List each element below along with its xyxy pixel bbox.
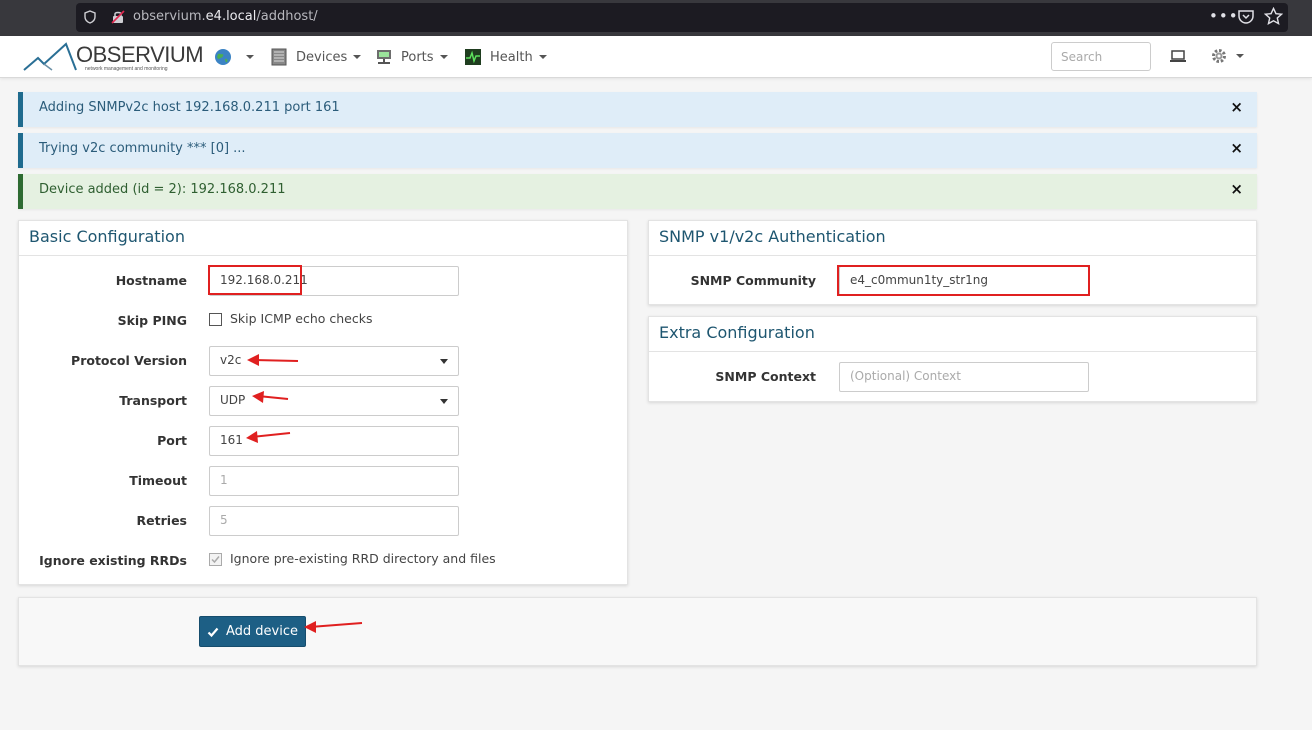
ignore-rrd-text: Ignore pre-existing RRD directory and fi… bbox=[230, 551, 496, 566]
network-port-icon bbox=[377, 50, 391, 64]
address-bar[interactable]: observium.e4.local/addhost/ ••• bbox=[76, 3, 1288, 32]
skip-ping-row: Skip PING Skip ICMP echo checks bbox=[19, 306, 627, 336]
protocol-version-row: Protocol Version v2c bbox=[19, 346, 627, 376]
snmp-community-label: SNMP Community bbox=[690, 273, 816, 288]
alert-message: Trying v2c community *** [0] ... bbox=[39, 141, 246, 156]
ignore-rrd-row: Ignore existing RRDs Ignore pre-existing… bbox=[19, 546, 627, 576]
add-device-label: Add device bbox=[225, 624, 298, 639]
search-input[interactable] bbox=[1051, 42, 1151, 71]
alert-info: Adding SNMPv2c host 192.168.0.211 port 1… bbox=[18, 92, 1257, 127]
page-actions-menu-button[interactable]: ••• bbox=[1209, 7, 1239, 25]
logo-text: OBSERVIUM bbox=[76, 42, 204, 67]
url-host: e4.local bbox=[205, 9, 257, 24]
panel-title: Extra Configuration bbox=[649, 317, 1256, 352]
panel-title: Basic Configuration bbox=[19, 221, 627, 256]
top-navbar: OBSERVIUM network management and monitor… bbox=[0, 36, 1312, 78]
protocol-version-select[interactable]: v2c bbox=[209, 346, 459, 376]
shield-icon[interactable] bbox=[84, 10, 96, 24]
checkmark-icon bbox=[207, 627, 219, 637]
server-icon bbox=[271, 48, 287, 66]
snmp-context-label: SNMP Context bbox=[715, 369, 816, 384]
port-input[interactable]: 161 bbox=[209, 426, 459, 456]
skip-ping-label: Skip PING bbox=[117, 313, 187, 328]
pocket-icon[interactable] bbox=[1238, 9, 1254, 24]
globe-icon bbox=[215, 49, 231, 65]
retries-label: Retries bbox=[136, 513, 187, 528]
observium-logo[interactable]: OBSERVIUM network management and monitor… bbox=[22, 40, 204, 74]
url-path: /addhost/ bbox=[256, 9, 318, 24]
nav-devices-menu[interactable]: Devices bbox=[270, 36, 362, 78]
chevron-down-icon bbox=[1236, 54, 1244, 58]
chevron-down-icon bbox=[440, 399, 448, 404]
transport-value: UDP bbox=[220, 393, 246, 407]
gear-icon bbox=[1212, 49, 1226, 63]
nav-ports-label: Ports bbox=[401, 49, 434, 65]
hostname-label: Hostname bbox=[115, 273, 187, 288]
timeout-label: Timeout bbox=[129, 473, 187, 488]
snmp-community-input[interactable]: e4_c0mmun1ty_str1ng bbox=[839, 266, 1089, 296]
port-label: Port bbox=[157, 433, 187, 448]
alert-message: Device added (id = 2): 192.168.0.211 bbox=[39, 182, 286, 197]
bookmark-star-icon[interactable] bbox=[1264, 7, 1283, 26]
alert-message: Adding SNMPv2c host 192.168.0.211 port 1… bbox=[39, 100, 340, 115]
nav-devices-label: Devices bbox=[296, 49, 348, 65]
port-row: Port 161 bbox=[19, 426, 627, 456]
protocol-version-value: v2c bbox=[220, 353, 242, 367]
snmp-community-row: SNMP Community e4_c0mmun1ty_str1ng bbox=[649, 266, 1256, 296]
panel-title: SNMP v1/v2c Authentication bbox=[649, 221, 1256, 256]
url-text[interactable]: observium.e4.local/addhost/ bbox=[133, 9, 318, 24]
heartbeat-icon bbox=[465, 49, 481, 65]
extra-configuration-panel: Extra Configuration SNMP Context (Option… bbox=[648, 316, 1257, 402]
ignore-rrd-label: Ignore existing RRDs bbox=[39, 553, 187, 568]
hostname-input[interactable]: 192.168.0.211 bbox=[209, 266, 459, 296]
url-prefix: observium. bbox=[133, 9, 206, 24]
timeout-input[interactable]: 1 bbox=[209, 466, 459, 496]
close-icon[interactable]: × bbox=[1230, 139, 1243, 157]
nav-health-label: Health bbox=[490, 49, 533, 65]
close-icon[interactable]: × bbox=[1230, 180, 1243, 198]
nav-ports-menu[interactable]: Ports bbox=[375, 36, 448, 78]
chevron-down-icon bbox=[440, 359, 448, 364]
transport-select[interactable]: UDP bbox=[209, 386, 459, 416]
snmp-context-input[interactable]: (Optional) Context bbox=[839, 362, 1089, 392]
insecure-lock-icon[interactable] bbox=[111, 10, 125, 24]
chevron-down-icon bbox=[246, 55, 254, 59]
laptop-icon[interactable] bbox=[1170, 49, 1186, 63]
form-actions-panel: Add device bbox=[18, 597, 1257, 666]
close-icon[interactable]: × bbox=[1230, 98, 1243, 116]
nav-globe-menu[interactable] bbox=[214, 36, 254, 78]
add-device-button[interactable]: Add device bbox=[199, 616, 306, 647]
browser-toolbar: observium.e4.local/addhost/ ••• bbox=[0, 0, 1312, 36]
chevron-down-icon bbox=[538, 55, 547, 59]
transport-label: Transport bbox=[119, 393, 187, 408]
chevron-down-icon bbox=[439, 55, 448, 59]
alert-info: Trying v2c community *** [0] ... × bbox=[18, 133, 1257, 168]
nav-health-menu[interactable]: Health bbox=[464, 36, 547, 78]
snmp-authentication-panel: SNMP v1/v2c Authentication SNMP Communit… bbox=[648, 220, 1257, 305]
snmp-context-row: SNMP Context (Optional) Context bbox=[649, 362, 1256, 392]
basic-configuration-panel: Basic Configuration Hostname 192.168.0.2… bbox=[18, 220, 628, 585]
skip-ping-checkbox[interactable] bbox=[209, 313, 222, 326]
protocol-version-label: Protocol Version bbox=[71, 353, 187, 368]
retries-input[interactable]: 5 bbox=[209, 506, 459, 536]
retries-row: Retries 5 bbox=[19, 506, 627, 536]
skip-ping-text: Skip ICMP echo checks bbox=[230, 311, 373, 326]
settings-menu[interactable] bbox=[1210, 47, 1244, 65]
logo-mark-icon bbox=[23, 42, 77, 71]
chevron-down-icon bbox=[353, 55, 362, 59]
transport-row: Transport UDP bbox=[19, 386, 627, 416]
alert-success: Device added (id = 2): 192.168.0.211 × bbox=[18, 174, 1257, 209]
timeout-row: Timeout 1 bbox=[19, 466, 627, 496]
logo-subtitle: network management and monitoring bbox=[85, 66, 168, 72]
ignore-rrd-checkbox[interactable] bbox=[209, 553, 222, 566]
hostname-row: Hostname 192.168.0.211 bbox=[19, 266, 627, 296]
checkmark-icon bbox=[211, 556, 220, 564]
